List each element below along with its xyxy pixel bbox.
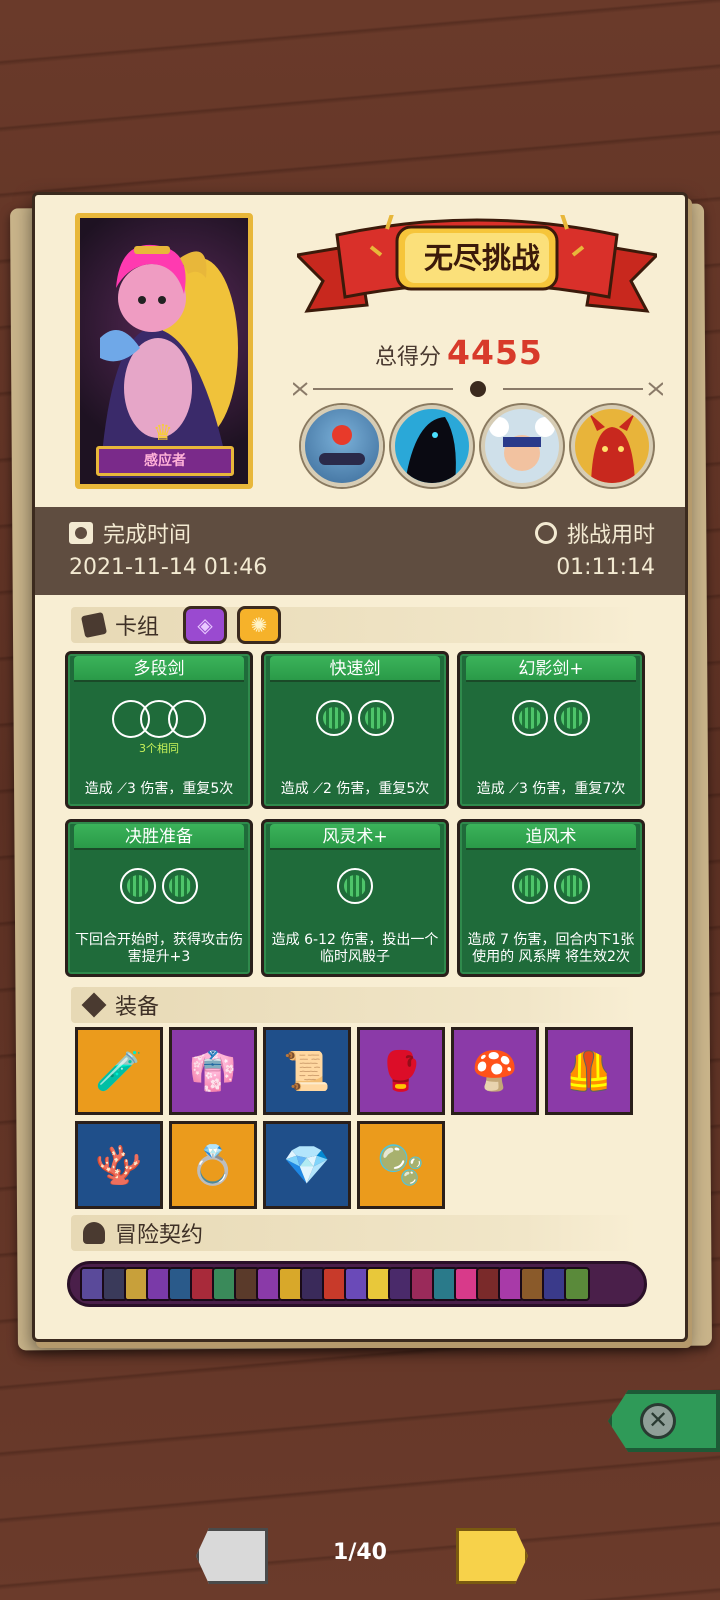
card-description: 造成 6-12 伤害，投出一个临时风骰子 [271,932,439,965]
cards-icon [80,611,108,639]
card-slots [460,700,642,736]
result-panel: ♛ 感应者 无尽挑战 总得分 4455 完成时间 2021-11-14 01:4… [32,192,688,1342]
card-title: 追风术 [466,824,636,850]
enemy-portrait[interactable] [571,405,653,487]
banner-title: 无尽挑战 [423,241,540,275]
card-requirement: 3个相同 [139,742,179,755]
info-bar: 完成时间 2021-11-14 01:46 挑战用时 01:11:14 [35,507,685,595]
equipment-title: 装备 [115,995,160,1020]
armor-icon[interactable]: 🦺 [545,1027,633,1115]
person-icon [83,1222,105,1244]
contracts-section-header: 冒险契约 [71,1215,637,1251]
enemy-portrait[interactable] [391,405,473,487]
score-row: 总得分 4455 [375,333,543,372]
score-value: 4455 [447,333,543,372]
previous-page-button[interactable] [196,1528,268,1584]
duration-label-group: 挑战用时 [534,517,655,549]
score-label: 总得分 [375,345,442,370]
card-slots [264,700,446,736]
card[interactable]: 多段剑 3个相同 造成 ⟋3 伤害，重复5次 [65,651,253,809]
eye-badge-icon[interactable]: ◈ [183,606,228,644]
card-description: 造成 ⟋3 伤害，重复7次 [476,781,626,797]
ring-icon[interactable]: 💍 [169,1121,257,1209]
card[interactable]: 风灵术+ 造成 6-12 伤害，投出一个临时风骰子 [261,819,449,977]
scroll-icon[interactable]: 📜 [263,1027,351,1115]
finish-time-label-group: 完成时间 [69,517,191,549]
equipment-section-header: 装备 [71,987,637,1023]
duration-label: 挑战用时 [566,523,655,548]
contract-icon [564,1267,590,1301]
card-title: 多段剑 [74,656,244,682]
crown-icon: ♛ [153,421,173,446]
card-title: 风灵术+ [270,824,440,850]
card-description: 造成 ⟋3 伤害，重复5次 [84,781,234,797]
card-description: 造成 ⟋2 伤害，重复5次 [280,781,430,797]
card[interactable]: 决胜准备 下回合开始时，获得攻击伤害提升+3 [65,819,253,977]
slime-icon[interactable]: 🫧 [357,1121,445,1209]
bracer-icon[interactable]: 🥊 [357,1027,445,1115]
enemy-portrait[interactable] [481,405,563,487]
card-title: 快速剑 [270,656,440,682]
duration-value: 01:11:14 [556,555,655,580]
next-page-button[interactable] [456,1528,528,1584]
page-indicator: 1/40 [333,1540,387,1565]
cloth-icon[interactable]: 👘 [169,1027,257,1115]
enemy-portrait[interactable] [301,405,383,487]
hero-card[interactable]: ♛ 感应者 [75,213,253,489]
card-description: 造成 7 伤害，回合内下1张使用的 风系牌 将生效2次 [467,932,635,965]
card-title: 决胜准备 [74,824,244,850]
card[interactable]: 追风术 造成 7 伤害，回合内下1张使用的 风系牌 将生效2次 [457,819,645,977]
stopwatch-icon [534,522,557,544]
hero-name: 感应者 [96,446,234,476]
card-slots [264,868,446,904]
finish-time-value: 2021-11-14 01:46 [69,555,268,580]
card[interactable]: 快速剑 造成 ⟋2 伤害，重复5次 [261,651,449,809]
card-slots [68,700,250,738]
ornament-divider [293,381,663,397]
swirl-badge-icon[interactable]: ✺ [237,606,282,644]
card-slots [68,868,250,904]
mushroom-icon[interactable]: 🍄 [451,1027,539,1115]
gem-icon[interactable]: 💎 [263,1121,351,1209]
box-icon [81,992,107,1018]
deck-section-header: 卡组 ◈ ✺ [71,606,637,644]
contract-strip[interactable] [67,1261,647,1307]
contracts-title: 冒险契约 [115,1223,204,1248]
card-description: 下回合开始时，获得攻击伤害提升+3 [75,932,243,965]
card-title: 幻影剑+ [466,656,636,682]
card-slots [460,868,642,904]
enemy-list [301,405,653,487]
card[interactable]: 幻影剑+ 造成 ⟋3 伤害，重复7次 [457,651,645,809]
close-icon[interactable]: ✕ [640,1403,676,1439]
coral-icon[interactable]: 🪸 [75,1121,163,1209]
finish-time-label: 完成时间 [103,523,192,548]
deck-title: 卡组 [115,615,160,640]
potion-icon[interactable]: 🧪 [75,1027,163,1115]
film-icon [69,522,93,544]
